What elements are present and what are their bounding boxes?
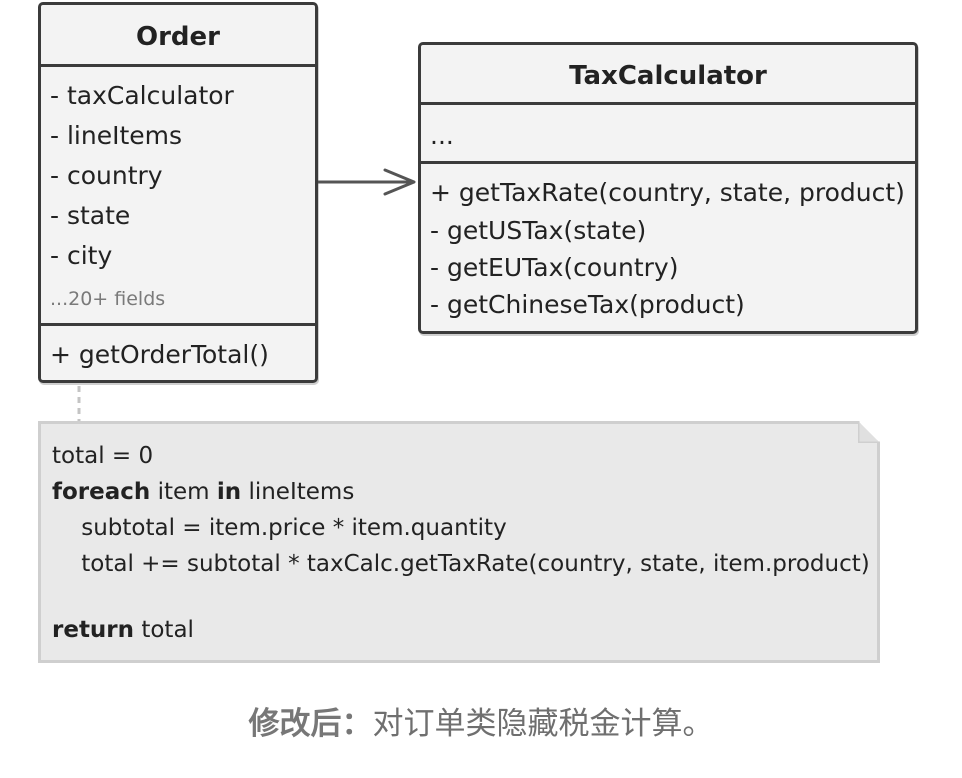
tax-calculator-method: - getEUTax(country) — [430, 253, 679, 282]
code-line: return total — [52, 616, 194, 644]
caption: 修改后：对订单类隐藏税金计算。 — [0, 704, 962, 744]
code-keyword: in — [216, 479, 242, 505]
order-method: + getOrderTotal() — [50, 340, 269, 369]
code-text: subtotal = item.price * item.quantity — [52, 515, 507, 541]
order-fields-section: - taxCalculator - lineItems - country - … — [41, 64, 315, 326]
tax-calculator-fields-section: ... — [421, 102, 915, 164]
order-field: - lineItems — [50, 121, 183, 150]
tax-calculator-methods-section: + getTaxRate(country, state, product) - … — [421, 161, 915, 331]
code-keyword: foreach — [52, 479, 151, 505]
tax-calculator-method: - getUSTax(state) — [430, 216, 647, 245]
code-text: lineItems — [241, 479, 355, 505]
caption-text: 对订单类隐藏税金计算。 — [372, 706, 714, 742]
order-class-title: Order — [136, 22, 220, 52]
order-field: - taxCalculator — [50, 81, 234, 110]
code-line: subtotal = item.price * item.quantity — [52, 514, 507, 542]
order-class-box: Order - taxCalculator - lineItems - coun… — [38, 2, 318, 383]
code-text: item — [150, 479, 217, 505]
code-text: total = 0 — [52, 443, 154, 469]
tax-calculator-class-box: TaxCalculator ... + getTaxRate(country, … — [418, 42, 918, 334]
order-more-fields: ...20+ fields — [50, 288, 166, 310]
order-field: - state — [50, 201, 131, 230]
tax-calculator-class-title: TaxCalculator — [569, 61, 767, 91]
order-field: - country — [50, 161, 163, 190]
note-folded-corner-icon — [858, 421, 880, 443]
tax-calculator-method: + getTaxRate(country, state, product) — [430, 178, 905, 207]
code-text: total — [134, 617, 194, 643]
code-text: total += subtotal * taxCalc.getTaxRate(c… — [52, 551, 870, 577]
order-methods-section: + getOrderTotal() — [41, 323, 315, 380]
association-arrow-head — [383, 168, 416, 196]
code-line: foreach item in lineItems — [52, 478, 354, 506]
tax-calculator-method: - getChineseTax(product) — [430, 290, 745, 319]
code-line: total = 0 — [52, 442, 153, 470]
code-line: total += subtotal * taxCalc.getTaxRate(c… — [52, 550, 870, 578]
order-field: - city — [50, 241, 113, 270]
code-keyword: return — [52, 617, 135, 643]
code-note: total = 0 foreach item in lineItems subto… — [38, 421, 880, 663]
tax-calculator-field: ... — [430, 121, 454, 150]
caption-label: 修改后： — [248, 706, 373, 742]
